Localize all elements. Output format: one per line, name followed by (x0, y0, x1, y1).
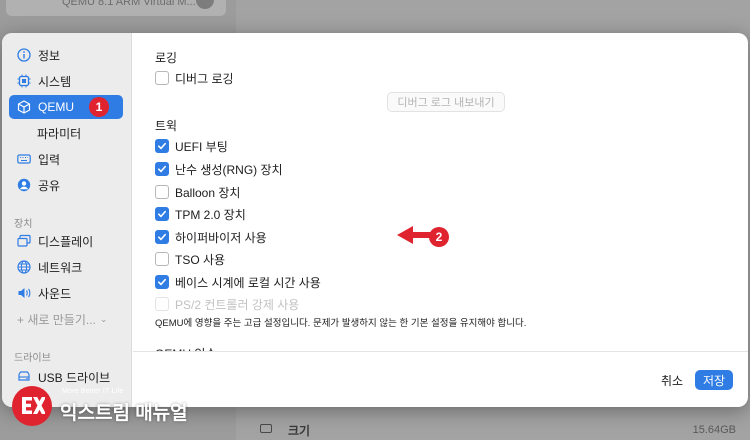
logging-section-title: 로깅 (155, 51, 178, 65)
sidebar-item-parameters[interactable]: 파라미터 (9, 121, 123, 145)
export-debug-log-button[interactable]: 디버그 로그 내보내기 (387, 92, 505, 112)
sidebar-item-label: 입력 (38, 152, 61, 167)
cancel-button[interactable]: 취소 (653, 370, 691, 390)
tweaks-section-title: 트윅 (155, 119, 178, 133)
checkbox-checked (155, 230, 169, 244)
checkbox-label: UEFI 부팅 (175, 139, 228, 154)
sidebar-item-label: 네트워크 (38, 260, 83, 275)
background-vm-label: QEMU 8.1 ARM Virtual M... (62, 0, 196, 8)
checkbox-checked (155, 139, 169, 153)
help-text: QEMU에 영향을 주는 고급 설정입니다. 문제가 발생하지 않는 한 기본 … (155, 318, 527, 329)
settings-sidebar: 정보 시스템 QEMU 1 파라미터 입력 공유 장치 디스플레이 네트워크 사… (2, 33, 132, 407)
tpm-device-checkbox[interactable]: TPM 2.0 장치 (155, 205, 246, 223)
sidebar-item-label: 디스플레이 (38, 234, 94, 249)
annotation-badge-2: 2 (429, 227, 449, 247)
watermark-tagline: More Better IT Life (62, 388, 124, 395)
drive-icon (17, 370, 31, 384)
checkbox-label: TPM 2.0 장치 (175, 207, 246, 222)
watermark-logo-icon (12, 386, 52, 426)
settings-main: 로깅 디버그 로깅 디버그 로그 내보내기 트윅 UEFI 부팅 난수 생성(R… (133, 33, 748, 407)
sidebar-item-sharing[interactable]: 공유 (9, 173, 123, 197)
sidebar-item-label: 시스템 (38, 74, 72, 89)
uefi-boot-checkbox[interactable]: UEFI 부팅 (155, 137, 228, 155)
local-time-checkbox[interactable]: 베이스 시계에 로컬 시간 사용 (155, 273, 321, 291)
keyboard-icon (17, 152, 31, 166)
new-device-label: + 새로 만들기... (17, 312, 96, 327)
watermark-title: 익스트림 매뉴얼 (60, 403, 188, 424)
sidebar-item-network[interactable]: 네트워크 (9, 255, 123, 279)
checkbox-checked (155, 162, 169, 176)
tso-checkbox[interactable]: TSO 사용 (155, 250, 225, 268)
checkbox-label: TSO 사용 (175, 252, 226, 267)
disk-size-label: 크기 (288, 424, 311, 438)
display-icon (17, 234, 31, 248)
balloon-device-checkbox[interactable]: Balloon 장치 (155, 183, 240, 201)
checkbox-label: 베이스 시계에 로컬 시간 사용 (175, 275, 321, 290)
watermark: More Better IT Life 익스트림 매뉴얼 (12, 384, 212, 428)
sidebar-item-input[interactable]: 입력 (9, 147, 123, 171)
sidebar-item-system[interactable]: 시스템 (9, 69, 123, 93)
drive-section-heading: 드라이브 (14, 353, 51, 364)
checkbox-checked (155, 275, 169, 289)
disk-icon (260, 424, 272, 433)
sidebar-item-label: 공유 (38, 178, 61, 193)
rng-device-checkbox[interactable]: 난수 생성(RNG) 장치 (155, 160, 283, 178)
debug-logging-checkbox[interactable]: 디버그 로깅 (155, 69, 234, 87)
cpu-icon (17, 74, 31, 88)
disk-size-value: 15.64GB (692, 424, 736, 436)
checkbox-unchecked (155, 297, 169, 311)
save-button[interactable]: 저장 (695, 370, 733, 390)
settings-dialog: 정보 시스템 QEMU 1 파라미터 입력 공유 장치 디스플레이 네트워크 사… (2, 33, 748, 407)
checkbox-label: 난수 생성(RNG) 장치 (175, 162, 283, 177)
sidebar-item-qemu[interactable]: QEMU 1 (9, 95, 123, 119)
chevron-down-icon: ⌄ (99, 313, 108, 324)
checkbox-label: PS/2 컨트롤러 강제 사용 (175, 297, 300, 312)
background-disk-row: 크기 15.64GB (236, 418, 750, 440)
device-section-heading: 장치 (14, 219, 33, 230)
checkbox-label: 하이퍼바이저 사용 (175, 230, 267, 245)
sidebar-item-label: 파라미터 (37, 126, 82, 141)
globe-icon (17, 260, 31, 274)
ps2-controller-checkbox: PS/2 컨트롤러 강제 사용 (155, 295, 299, 313)
checkbox-checked (155, 207, 169, 221)
checkbox-label: Balloon 장치 (175, 185, 241, 200)
sidebar-item-label: 정보 (38, 48, 61, 63)
sidebar-item-sound[interactable]: 사운드 (9, 281, 123, 305)
sidebar-item-label: USB 드라이브 (38, 370, 111, 385)
cube-icon (17, 100, 31, 114)
speaker-icon (17, 286, 31, 300)
hypervisor-checkbox[interactable]: 하이퍼바이저 사용 (155, 228, 267, 246)
checkbox-label: 디버그 로깅 (175, 71, 234, 86)
person-icon (17, 178, 31, 192)
sidebar-item-display[interactable]: 디스플레이 (9, 229, 123, 253)
sidebar-item-label: 사운드 (38, 286, 72, 301)
checkbox-unchecked (155, 252, 169, 266)
annotation-badge-1: 1 (89, 97, 109, 117)
sidebar-item-info[interactable]: 정보 (9, 43, 123, 67)
new-device-button[interactable]: + 새로 만들기... ⌄ (9, 307, 123, 331)
footer-divider (133, 351, 748, 352)
sidebar-item-label: QEMU (38, 100, 74, 114)
info-icon (17, 48, 31, 62)
checkbox-unchecked (155, 71, 169, 85)
checkbox-unchecked (155, 185, 169, 199)
